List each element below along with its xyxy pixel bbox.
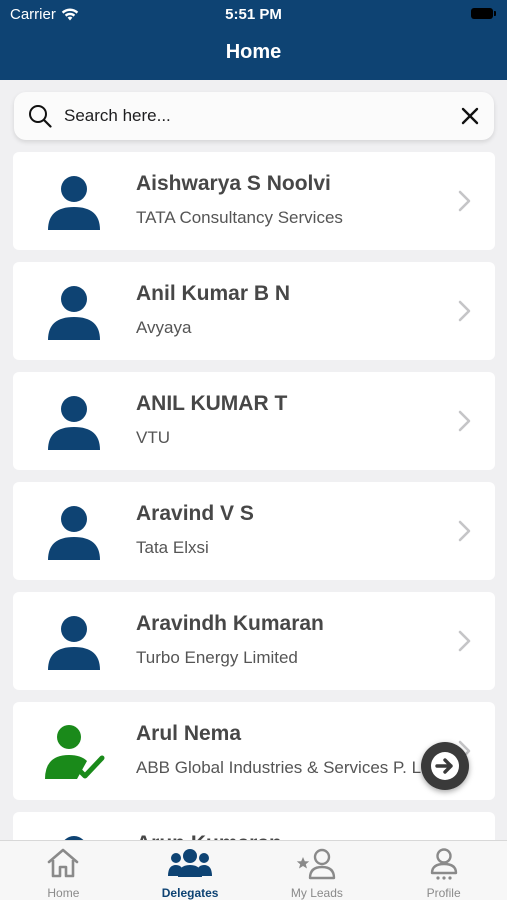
delegate-name: Arul Nema <box>136 722 242 745</box>
tab-delegates[interactable]: Delegates <box>127 841 254 900</box>
chevron-right-icon <box>458 630 471 652</box>
delegate-card[interactable]: Arul Nema ABB Global Industries & Servic… <box>13 702 495 800</box>
delegate-card[interactable]: Arun Kumaran <box>13 812 495 840</box>
battery-icon <box>471 8 496 19</box>
tab-my-leads[interactable]: My Leads <box>254 841 381 900</box>
delegate-name: Aravindh Kumaran <box>136 612 324 635</box>
delegate-card[interactable]: Aravindh Kumaran Turbo Energy Limited <box>13 592 495 690</box>
page-title: Home <box>225 41 282 63</box>
delegate-company: VTU <box>136 428 170 447</box>
delegate-name: ANIL KUMAR T <box>136 392 288 415</box>
person-icon <box>48 396 100 450</box>
home-icon <box>48 848 79 878</box>
person-icon <box>48 286 100 340</box>
tab-profile[interactable]: Profile <box>380 841 507 900</box>
delegate-company: TATA Consultancy Services <box>136 208 343 227</box>
tab-delegates-label: Delegates <box>161 886 219 900</box>
delegate-name: Aravind V S <box>136 502 254 525</box>
status-bar: Carrier 5:51 PM <box>0 0 507 28</box>
delegate-name: Arun Kumaran <box>136 832 282 840</box>
person-icon <box>48 176 100 230</box>
chevron-right-icon <box>458 410 471 432</box>
chevron-right-icon <box>458 190 471 212</box>
tab-bar: Home Delegates My Leads Profile <box>0 840 507 900</box>
delegate-company: ABB Global Industries & Services P. Ltd <box>136 758 436 777</box>
next-arrow-button[interactable] <box>421 742 469 790</box>
search-icon <box>29 105 52 128</box>
delegate-name: Aishwarya S Noolvi <box>136 172 331 195</box>
delegate-card[interactable]: Aishwarya S Noolvi TATA Consultancy Serv… <box>13 152 495 250</box>
delegate-company: Turbo Energy Limited <box>136 648 298 667</box>
delegate-company: Tata Elxsi <box>136 538 209 557</box>
status-time: 5:51 PM <box>225 6 282 23</box>
person-icon <box>48 506 100 560</box>
delegate-card[interactable]: Anil Kumar B N Avyaya <box>13 262 495 360</box>
star-person-icon <box>296 848 336 880</box>
delegate-card[interactable]: ANIL KUMAR T VTU <box>13 372 495 470</box>
delegate-list: Aishwarya S Noolvi TATA Consultancy Serv… <box>13 152 495 840</box>
tab-home[interactable]: Home <box>0 841 127 900</box>
tab-profile-label: Profile <box>426 886 461 900</box>
tab-my-leads-label: My Leads <box>290 886 343 900</box>
chevron-right-icon <box>458 300 471 322</box>
clear-search-icon[interactable] <box>460 106 480 126</box>
delegate-name: Anil Kumar B N <box>136 282 291 305</box>
search-bar <box>14 92 494 140</box>
profile-icon <box>430 848 457 880</box>
tab-home-label: Home <box>47 886 80 900</box>
search-input[interactable] <box>64 100 444 132</box>
chevron-right-icon <box>458 520 471 542</box>
app-header: Carrier 5:51 PM Home <box>0 0 507 80</box>
delegate-company: Avyaya <box>136 318 192 337</box>
person-icon <box>48 616 100 670</box>
delegate-card[interactable]: Aravind V S Tata Elxsi <box>13 482 495 580</box>
arrow-right-icon <box>431 752 459 780</box>
people-icon <box>168 849 213 877</box>
person-check-icon <box>45 725 105 779</box>
